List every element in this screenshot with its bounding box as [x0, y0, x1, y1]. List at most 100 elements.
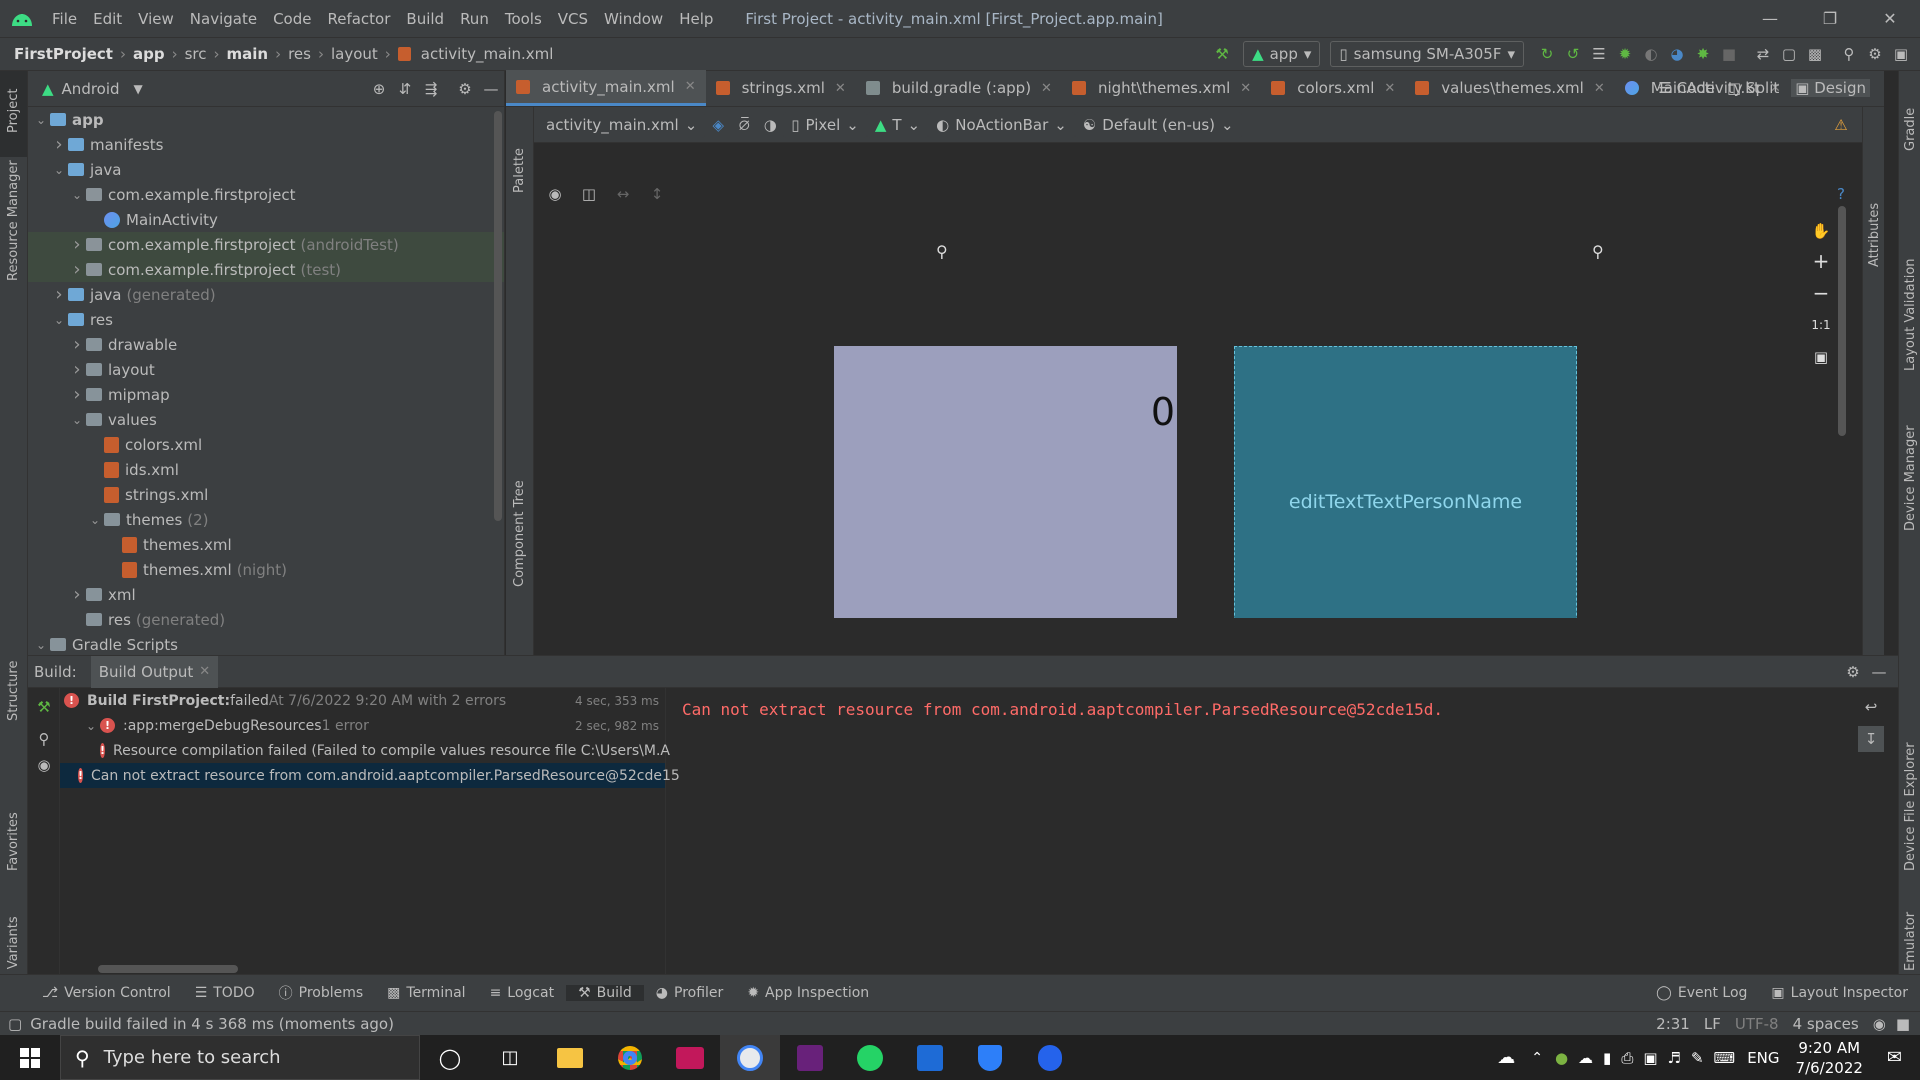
build-tool-button[interactable]: ⚒ Build [566, 985, 644, 1001]
status-message[interactable]: Gradle build failed in 4 s 368 ms (momen… [30, 1015, 394, 1033]
chevron-right-icon[interactable]: › [68, 359, 86, 380]
taskbar-search[interactable]: ⚲ Type here to search [60, 1035, 420, 1080]
app-inspection-tool-button[interactable]: ✹ App Inspection [735, 985, 881, 1001]
pen-icon[interactable]: ✎ [1691, 1049, 1704, 1067]
design-canvas[interactable]: ⚲ 0 C +/- % / ⚲ editTextTextPersonName ✋ [534, 206, 1850, 618]
menu-tools[interactable]: Tools [497, 10, 550, 28]
chevron-right-icon[interactable]: › [68, 234, 86, 255]
chevron-down-icon[interactable]: ⌄ [32, 638, 50, 652]
collapse-all-icon[interactable]: ⇶ [418, 76, 444, 102]
menu-edit[interactable]: Edit [85, 10, 130, 28]
lock-icon[interactable]: ◉ [1873, 1015, 1886, 1033]
chevron-down-icon[interactable]: ▼ [134, 82, 143, 96]
night-mode-icon[interactable]: ◑ [757, 112, 783, 138]
zoom-actual-size-button[interactable]: 1:1 [1806, 310, 1836, 340]
input-language[interactable]: ENG [1747, 1049, 1779, 1067]
soft-wrap-icon[interactable]: ↩ [1858, 694, 1884, 720]
minimize-button[interactable]: — [1740, 0, 1800, 37]
crumb-file[interactable]: activity_main.xml [417, 45, 558, 63]
crumb-layout[interactable]: layout [327, 45, 382, 63]
columns-icon[interactable]: ◫ [576, 181, 602, 207]
editor-tab[interactable]: colors.xml ✕ [1261, 70, 1405, 106]
layers-icon[interactable]: ◈ [705, 112, 731, 138]
build-output-tab[interactable]: Build Output ✕ [90, 655, 219, 688]
menu-window[interactable]: Window [596, 10, 671, 28]
chevron-right-icon[interactable]: › [68, 334, 86, 355]
editor-tab[interactable]: activity_main.xml ✕ [506, 70, 706, 106]
crumb-project[interactable]: FirstProject [10, 45, 117, 63]
tree-item[interactable]: › manifests [28, 132, 504, 157]
build-tree-row[interactable]: ! Can not extract resource from com.andro… [60, 763, 680, 788]
resource-manager-stripe-button[interactable]: Resource Manager [6, 160, 21, 281]
chevron-right-icon[interactable]: › [50, 134, 68, 155]
cortana-icon[interactable]: ◯ [420, 1035, 480, 1080]
project-scrollbar[interactable] [494, 111, 502, 521]
component-tree-stripe-button[interactable]: Component Tree [512, 480, 527, 587]
clock[interactable]: 9:20 AM 7/6/2022 [1796, 1038, 1863, 1078]
scroll-to-end-icon[interactable]: ↧ [1858, 726, 1884, 752]
vertical-resize-icon[interactable]: ↕ [644, 181, 670, 207]
tree-item[interactable]: ⌄ themes (2) [28, 507, 504, 532]
cursor-position[interactable]: 2:31 [1656, 1015, 1690, 1033]
help-icon[interactable]: ? [1828, 181, 1854, 207]
build-tree-row[interactable]: ⌄!:app:mergeDebugResources 1 error 2 sec,… [60, 713, 665, 738]
vpn-shield-icon[interactable] [1020, 1035, 1080, 1080]
tree-item[interactable]: › java (generated) [28, 282, 504, 307]
crumb-src[interactable]: src [181, 45, 211, 63]
build-tree-row[interactable]: ! Build FirstProject: failed At 7/6/2022 … [60, 688, 665, 713]
chevron-down-icon[interactable]: ⌄ [68, 188, 86, 202]
tree-item[interactable]: › com.example.firstproject (test) [28, 257, 504, 282]
chevron-down-icon[interactable]: ⌄ [82, 719, 100, 733]
start-button[interactable] [0, 1035, 60, 1080]
tree-item[interactable]: › mipmap [28, 382, 504, 407]
zoom-in-icon[interactable]: + [1806, 246, 1836, 276]
todo-tool-button[interactable]: ☰ TODO [183, 985, 267, 1001]
tree-item[interactable]: ⌄ app [28, 107, 504, 132]
structure-stripe-button[interactable]: Structure [6, 661, 21, 721]
hide-icon[interactable]: — [478, 76, 504, 102]
version-control-tool-button[interactable]: ⎇ Version Control [30, 985, 183, 1001]
battery-icon[interactable]: ▮ [1603, 1049, 1611, 1067]
settings-icon[interactable]: ⚙ [1862, 41, 1888, 67]
menu-view[interactable]: View [130, 10, 182, 28]
emulator-stripe-button[interactable]: Emulator [1903, 912, 1918, 971]
tree-item[interactable]: res (generated) [28, 607, 504, 632]
gear-icon[interactable]: ⚙ [1840, 659, 1866, 685]
tree-item[interactable]: themes.xml [28, 532, 504, 557]
device-preview[interactable]: 0 C +/- % / [834, 346, 1177, 618]
canvas-scrollbar[interactable] [1838, 206, 1846, 436]
project-stripe-button[interactable]: Project [0, 71, 27, 157]
tray-app-icon[interactable]: ● [1555, 1049, 1568, 1067]
gear-icon[interactable]: ⚙ [452, 76, 478, 102]
line-separator[interactable]: LF [1704, 1015, 1721, 1033]
chevron-up-icon[interactable]: ⌃ [1531, 1050, 1543, 1066]
code-mode-button[interactable]: ☰ Code [1658, 79, 1715, 97]
build-tree-scrollbar[interactable] [98, 965, 238, 973]
visual-studio-icon[interactable] [780, 1035, 840, 1080]
crumb-app[interactable]: app [129, 45, 169, 63]
close-icon[interactable]: ✕ [1041, 81, 1052, 96]
chevron-down-icon[interactable]: ⌄ [86, 513, 104, 527]
restore-button[interactable]: ❐ [1800, 0, 1860, 37]
chevron-right-icon[interactable]: › [68, 584, 86, 605]
list-icon[interactable]: ☰ [1586, 41, 1612, 67]
tree-item[interactable]: ⌄ res [28, 307, 504, 332]
menu-run[interactable]: Run [452, 10, 497, 28]
task-view-icon[interactable]: ◫ [480, 1035, 540, 1080]
tree-item[interactable]: › layout [28, 357, 504, 382]
menu-navigate[interactable]: Navigate [182, 10, 265, 28]
stop-icon[interactable]: ■ [1716, 41, 1742, 67]
menu-file[interactable]: File [44, 10, 85, 28]
close-icon[interactable]: ✕ [1594, 81, 1605, 96]
android-studio-taskbar-icon[interactable] [720, 1035, 780, 1080]
gradle-stripe-button[interactable]: Gradle [1903, 108, 1918, 151]
device-file-explorer-stripe-button[interactable]: Device File Explorer [1903, 742, 1918, 871]
attributes-stripe-button[interactable]: Attributes [1867, 203, 1882, 267]
menu-build[interactable]: Build [398, 10, 452, 28]
status-panel-icon[interactable]: ▢ [8, 1015, 22, 1033]
logcat-tool-button[interactable]: ≡ Logcat [478, 985, 567, 1001]
favorites-stripe-button[interactable]: Favorites [6, 812, 21, 871]
chevron-down-icon[interactable]: ⌄ [68, 413, 86, 427]
shield-app-icon[interactable] [960, 1035, 1020, 1080]
chevron-right-icon[interactable]: › [68, 384, 86, 405]
